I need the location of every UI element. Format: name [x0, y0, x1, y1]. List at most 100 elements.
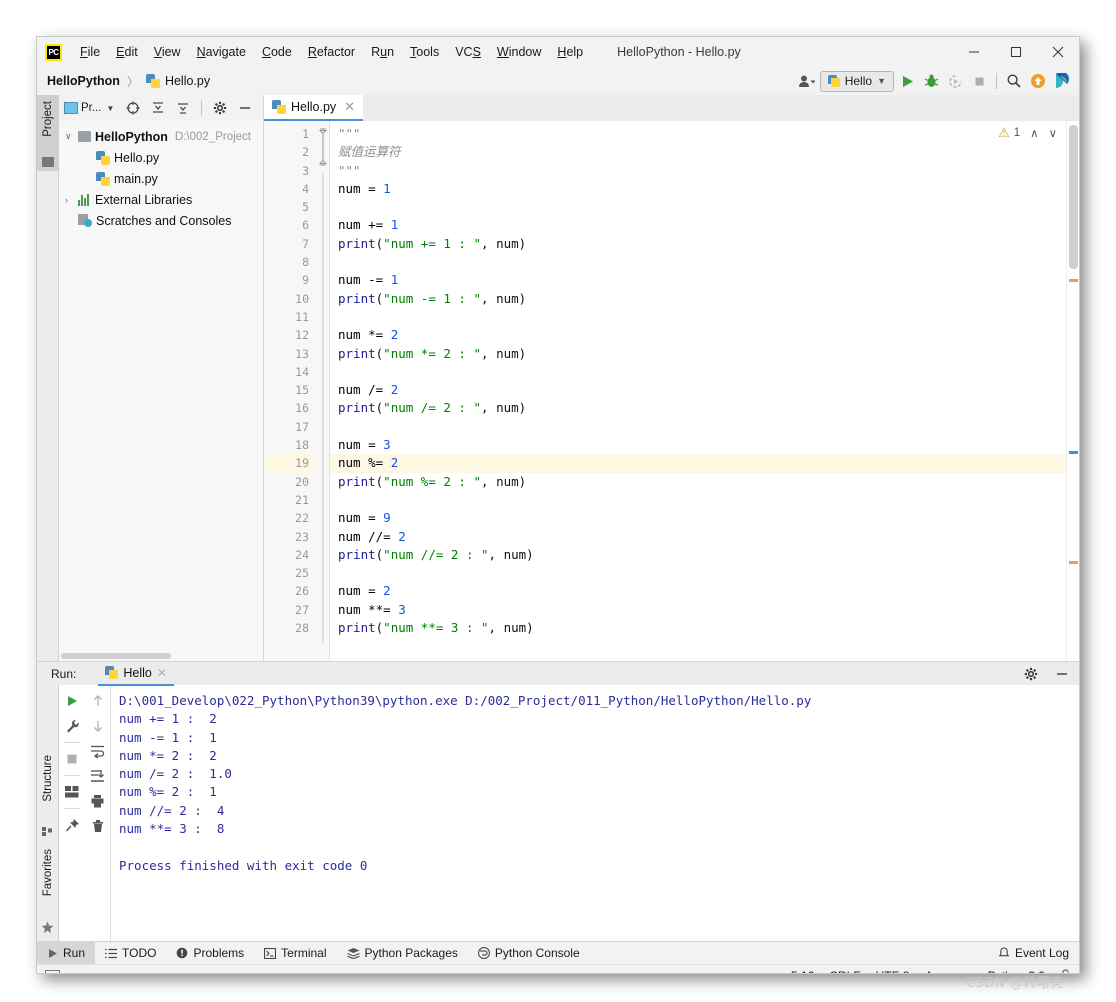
gear-icon[interactable]: [1020, 663, 1042, 685]
line-number[interactable]: 16: [264, 399, 316, 417]
scrollbar-warning-marker[interactable]: [1069, 561, 1078, 564]
line-number[interactable]: 12: [264, 326, 316, 344]
code-line[interactable]: num //= 2: [330, 528, 1079, 546]
line-number[interactable]: 23: [264, 528, 316, 546]
scrollbar-warning-marker[interactable]: [1069, 279, 1078, 282]
menu-refactor[interactable]: Refactor: [300, 42, 363, 62]
line-number[interactable]: 25: [264, 564, 316, 582]
code-fold-column[interactable]: [316, 121, 330, 661]
bottom-tab-run[interactable]: Run: [37, 941, 96, 965]
down-arrow-icon[interactable]: [89, 717, 107, 735]
code-line[interactable]: 赋值运算符: [330, 143, 1079, 161]
tree-node[interactable]: › External Libraries: [59, 189, 263, 210]
file-encoding[interactable]: UTF-8: [876, 969, 910, 974]
line-number[interactable]: 26: [264, 582, 316, 600]
code-line[interactable]: print("num *= 2 : ", num): [330, 345, 1079, 363]
bottom-tab-terminal[interactable]: Terminal: [254, 942, 336, 965]
breadcrumb-project[interactable]: HelloPython: [47, 74, 120, 88]
line-number[interactable]: 19: [264, 454, 316, 473]
tree-expander-icon[interactable]: ∨: [65, 131, 78, 142]
next-highlight-down-icon[interactable]: ∨: [1049, 126, 1057, 140]
sidebar-label-favorites[interactable]: Favorites: [42, 849, 54, 896]
print-icon[interactable]: [89, 792, 107, 810]
code-line[interactable]: [330, 308, 1079, 326]
account-icon[interactable]: [796, 70, 818, 92]
run-icon[interactable]: [896, 70, 918, 92]
pin-icon[interactable]: [63, 816, 81, 834]
close-button[interactable]: [1037, 37, 1079, 67]
debug-icon[interactable]: [920, 70, 942, 92]
scroll-from-source-icon[interactable]: [122, 97, 144, 119]
close-icon[interactable]: ✕: [344, 99, 355, 115]
soft-wrap-icon[interactable]: [89, 742, 107, 760]
project-view-label[interactable]: Pr...: [81, 102, 101, 114]
line-number[interactable]: 24: [264, 546, 316, 564]
stop-icon[interactable]: [968, 70, 990, 92]
run-configuration-selector[interactable]: Hello ▼: [819, 70, 894, 92]
next-highlight-up-icon[interactable]: ∧: [1030, 126, 1038, 140]
line-number[interactable]: 11: [264, 308, 316, 326]
code-line[interactable]: num = 1: [330, 180, 1079, 198]
settings-icon[interactable]: [209, 97, 231, 119]
code-line[interactable]: num += 1: [330, 216, 1079, 234]
breadcrumb-file[interactable]: Hello.py: [165, 74, 210, 88]
line-number[interactable]: 9: [264, 271, 316, 289]
line-number[interactable]: 15: [264, 381, 316, 399]
code-line[interactable]: print("num -= 1 : ", num): [330, 290, 1079, 308]
line-number[interactable]: 18: [264, 436, 316, 454]
bottom-tab-todo[interactable]: TODO: [95, 942, 166, 965]
code-line[interactable]: [330, 564, 1079, 582]
line-number[interactable]: 2: [264, 143, 316, 161]
bottom-tab-python-console[interactable]: Python Console: [468, 942, 590, 965]
code-line[interactable]: print("num /= 2 : ", num): [330, 399, 1079, 417]
run-with-coverage-icon[interactable]: [944, 70, 966, 92]
menu-help[interactable]: Help: [549, 42, 591, 62]
line-number[interactable]: 13: [264, 345, 316, 363]
stop-icon[interactable]: [63, 750, 81, 768]
code-line[interactable]: [330, 253, 1079, 271]
menu-tools[interactable]: Tools: [402, 42, 447, 62]
menu-file[interactable]: File: [72, 42, 108, 62]
menu-edit[interactable]: Edit: [108, 42, 146, 62]
run-tab-hello[interactable]: Hello ✕: [98, 662, 174, 686]
project-view-icon[interactable]: [64, 102, 78, 114]
tree-node[interactable]: Hello.py: [59, 147, 263, 168]
tree-node[interactable]: Scratches and Consoles: [59, 210, 263, 231]
scrollbar-thumb[interactable]: [1069, 125, 1078, 269]
code-line[interactable]: num = 2: [330, 582, 1079, 600]
project-horizontal-scrollbar[interactable]: [59, 651, 263, 661]
chevron-down-icon[interactable]: ▼: [106, 104, 114, 113]
event-log-button[interactable]: Event Log: [998, 946, 1069, 960]
line-number[interactable]: 17: [264, 418, 316, 436]
caret-position[interactable]: 5:16: [791, 969, 814, 974]
line-number[interactable]: 14: [264, 363, 316, 381]
line-number[interactable]: 5: [264, 198, 316, 216]
code-line[interactable]: num %= 2: [330, 454, 1079, 473]
bottom-tab-problems[interactable]: Problems: [166, 942, 254, 965]
line-number[interactable]: 1: [264, 125, 316, 143]
code-line[interactable]: """: [330, 125, 1079, 143]
code-line[interactable]: print("num %= 2 : ", num): [330, 473, 1079, 491]
menu-vcs[interactable]: VCS: [447, 42, 489, 62]
code-line[interactable]: """: [330, 162, 1079, 180]
line-number[interactable]: 7: [264, 235, 316, 253]
line-number[interactable]: 22: [264, 509, 316, 527]
editor-tab-hello-py[interactable]: Hello.py ✕: [264, 95, 364, 121]
line-number[interactable]: 21: [264, 491, 316, 509]
inspection-status[interactable]: ⚠ 1 ∧ ∨: [998, 125, 1057, 141]
sidebar-label-structure[interactable]: Structure: [42, 755, 54, 802]
menu-view[interactable]: View: [146, 42, 189, 62]
menu-navigate[interactable]: Navigate: [189, 42, 254, 62]
line-number[interactable]: 3: [264, 162, 316, 180]
line-number[interactable]: 6: [264, 216, 316, 234]
code-text[interactable]: """ 赋值运算符 """ num = 1 num += 1 print("num +=…: [330, 121, 1079, 661]
code-line[interactable]: num = 9: [330, 509, 1079, 527]
line-number[interactable]: 28: [264, 619, 316, 637]
menu-window[interactable]: Window: [489, 42, 549, 62]
scroll-to-end-icon[interactable]: [89, 767, 107, 785]
tree-node[interactable]: ∨ HelloPython D:\002_Project: [59, 126, 263, 147]
tree-expander-icon[interactable]: ›: [65, 195, 78, 205]
code-line[interactable]: print("num += 1 : ", num): [330, 235, 1079, 253]
sidebar-label-project[interactable]: Project: [42, 101, 54, 137]
line-number[interactable]: 20: [264, 473, 316, 491]
